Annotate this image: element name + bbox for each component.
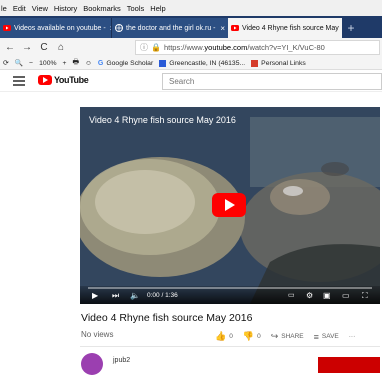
zoom-in-button[interactable]: + xyxy=(63,60,67,67)
youtube-favicon-icon xyxy=(231,25,239,31)
bookmark-label: Google Scholar xyxy=(106,59,154,67)
youtube-header: YouTube xyxy=(0,70,382,92)
subtitles-icon[interactable]: ▭ xyxy=(288,291,295,299)
settings-gear-icon[interactable]: ⚙ xyxy=(306,291,313,300)
dislike-count: 0 xyxy=(257,333,261,340)
print-icon[interactable]: 🖶 xyxy=(73,58,79,69)
forward-button[interactable]: → xyxy=(20,42,34,53)
navigation-bar: ← → C ⌂ ⓘ 🔒 https://www. youtube.com/watc… xyxy=(0,38,382,57)
volume-icon[interactable]: 🔈 xyxy=(130,291,140,300)
menu-bookmarks[interactable]: Bookmarks xyxy=(83,4,121,13)
channel-name[interactable]: jpub2 xyxy=(113,357,130,364)
new-tab-button[interactable]: + xyxy=(342,19,360,37)
folder-icon xyxy=(251,59,259,67)
lock-icon: 🔒 xyxy=(151,43,161,52)
theater-mode-icon[interactable]: ▭ xyxy=(342,291,350,300)
playlist-add-icon: ≡ xyxy=(313,331,319,342)
bookmark-label: Personal Links xyxy=(261,59,306,67)
progress-bar[interactable] xyxy=(88,287,372,289)
divider xyxy=(80,346,380,347)
video-player[interactable]: Video 4 Rhyne fish source May 2016 ▶ ⏭ 🔈… xyxy=(80,107,380,304)
video-actions: 👍 0 👎 0 ↪ SHARE ≡ SAVE ··· xyxy=(215,331,365,342)
reload-button[interactable]: C xyxy=(37,42,51,53)
video-overlay-title: Video 4 Rhyne fish source May 2016 xyxy=(89,115,236,125)
tab-strip: Videos available on youtube - × the doct… xyxy=(0,16,382,38)
save-button[interactable]: ≡ SAVE xyxy=(314,332,339,342)
google-icon: G xyxy=(97,59,104,67)
thumbs-down-icon: 👎 xyxy=(242,331,255,341)
like-count: 0 xyxy=(229,333,233,340)
zoom-out-button[interactable]: − xyxy=(29,60,33,67)
player-controls: ▶ ⏭ 🔈 0:00 / 1:36 ▭ ⚙ ▣ ▭ ⛶ xyxy=(80,286,380,304)
next-icon[interactable]: ⏭ xyxy=(112,291,119,301)
fullscreen-icon[interactable]: ⛶ xyxy=(362,291,368,301)
miniplayer-icon[interactable]: ▣ xyxy=(323,291,331,300)
person-icon[interactable]: ☺ xyxy=(85,60,92,67)
youtube-wordmark: YouTube xyxy=(54,75,89,85)
menu-help[interactable]: Help xyxy=(150,4,165,13)
menu-bar: le Edit View History Bookmarks Tools Hel… xyxy=(0,0,382,16)
channel-avatar[interactable] xyxy=(81,353,103,375)
home-button[interactable]: ⌂ xyxy=(54,42,68,53)
url-domain: youtube.com xyxy=(204,43,248,52)
tab-close-icon[interactable]: × xyxy=(216,24,225,33)
thumbs-up-icon: 👍 xyxy=(215,331,227,341)
weather-icon xyxy=(159,59,167,67)
zoom-level[interactable]: 100% xyxy=(39,60,56,67)
search-input[interactable] xyxy=(162,73,382,90)
menu-file[interactable]: le xyxy=(1,4,7,13)
menu-view[interactable]: View xyxy=(32,4,48,13)
tab-videos-available[interactable]: Videos available on youtube - × xyxy=(0,18,111,38)
bookmark-google-scholar[interactable]: G Google Scholar xyxy=(98,60,153,67)
address-bar[interactable]: ⓘ 🔒 https://www. youtube.com/watch?v=YI_K… xyxy=(135,40,380,55)
share-icon: ↪ xyxy=(270,331,279,341)
bookmarks-bar: ⟳ 🔍 − 100% + 🖶 ☺ G Google Scholar Greenc… xyxy=(0,57,382,70)
bookmark-personal-links[interactable]: Personal Links xyxy=(251,59,306,67)
tab-doctor-girl[interactable]: the doctor and the girl ok.ru - × xyxy=(111,18,228,38)
menu-history[interactable]: History xyxy=(54,4,77,13)
more-actions-button[interactable]: ··· xyxy=(349,333,356,340)
tab-title: Video 4 Rhyne fish source May xyxy=(242,24,339,32)
back-button[interactable]: ← xyxy=(3,42,17,53)
bookmark-label: Greencastle, IN (46135... xyxy=(169,59,246,67)
view-count: No views xyxy=(81,330,114,339)
share-button[interactable]: ↪ SHARE xyxy=(271,331,304,342)
tab-video-4-active[interactable]: Video 4 Rhyne fish source May × xyxy=(228,18,342,38)
save-label: SAVE xyxy=(321,333,339,340)
play-button-large[interactable] xyxy=(212,193,246,217)
dislike-button[interactable]: 👎 0 xyxy=(243,331,261,342)
tab-title: Videos available on youtube - xyxy=(14,24,106,32)
time-display: 0:00 / 1:36 xyxy=(147,292,178,299)
youtube-logo[interactable]: YouTube xyxy=(38,75,89,85)
search-icon[interactable]: 🔍 xyxy=(15,59,23,67)
reload-icon[interactable]: ⟳ xyxy=(3,59,9,67)
menu-edit[interactable]: Edit xyxy=(13,4,26,13)
share-label: SHARE xyxy=(281,333,304,340)
bookmark-greencastle[interactable]: Greencastle, IN (46135... xyxy=(159,59,246,67)
url-prefix: https://www. xyxy=(163,43,205,52)
youtube-favicon-icon xyxy=(3,25,11,31)
menu-tools[interactable]: Tools xyxy=(127,4,145,13)
site-info-icon[interactable]: ⓘ xyxy=(140,42,148,53)
youtube-play-logo-icon xyxy=(38,75,52,85)
url-path: /watch?v=YI_K/VuC-80 xyxy=(247,43,325,52)
video-title: Video 4 Rhyne fish source May 2016 xyxy=(81,312,253,324)
tab-title: the doctor and the girl ok.ru - xyxy=(126,24,216,32)
subscribe-button[interactable] xyxy=(318,357,380,373)
play-icon[interactable]: ▶ xyxy=(92,291,98,300)
globe-icon xyxy=(115,24,123,32)
hamburger-menu-icon[interactable] xyxy=(13,76,25,86)
like-button[interactable]: 👍 0 xyxy=(215,331,233,342)
